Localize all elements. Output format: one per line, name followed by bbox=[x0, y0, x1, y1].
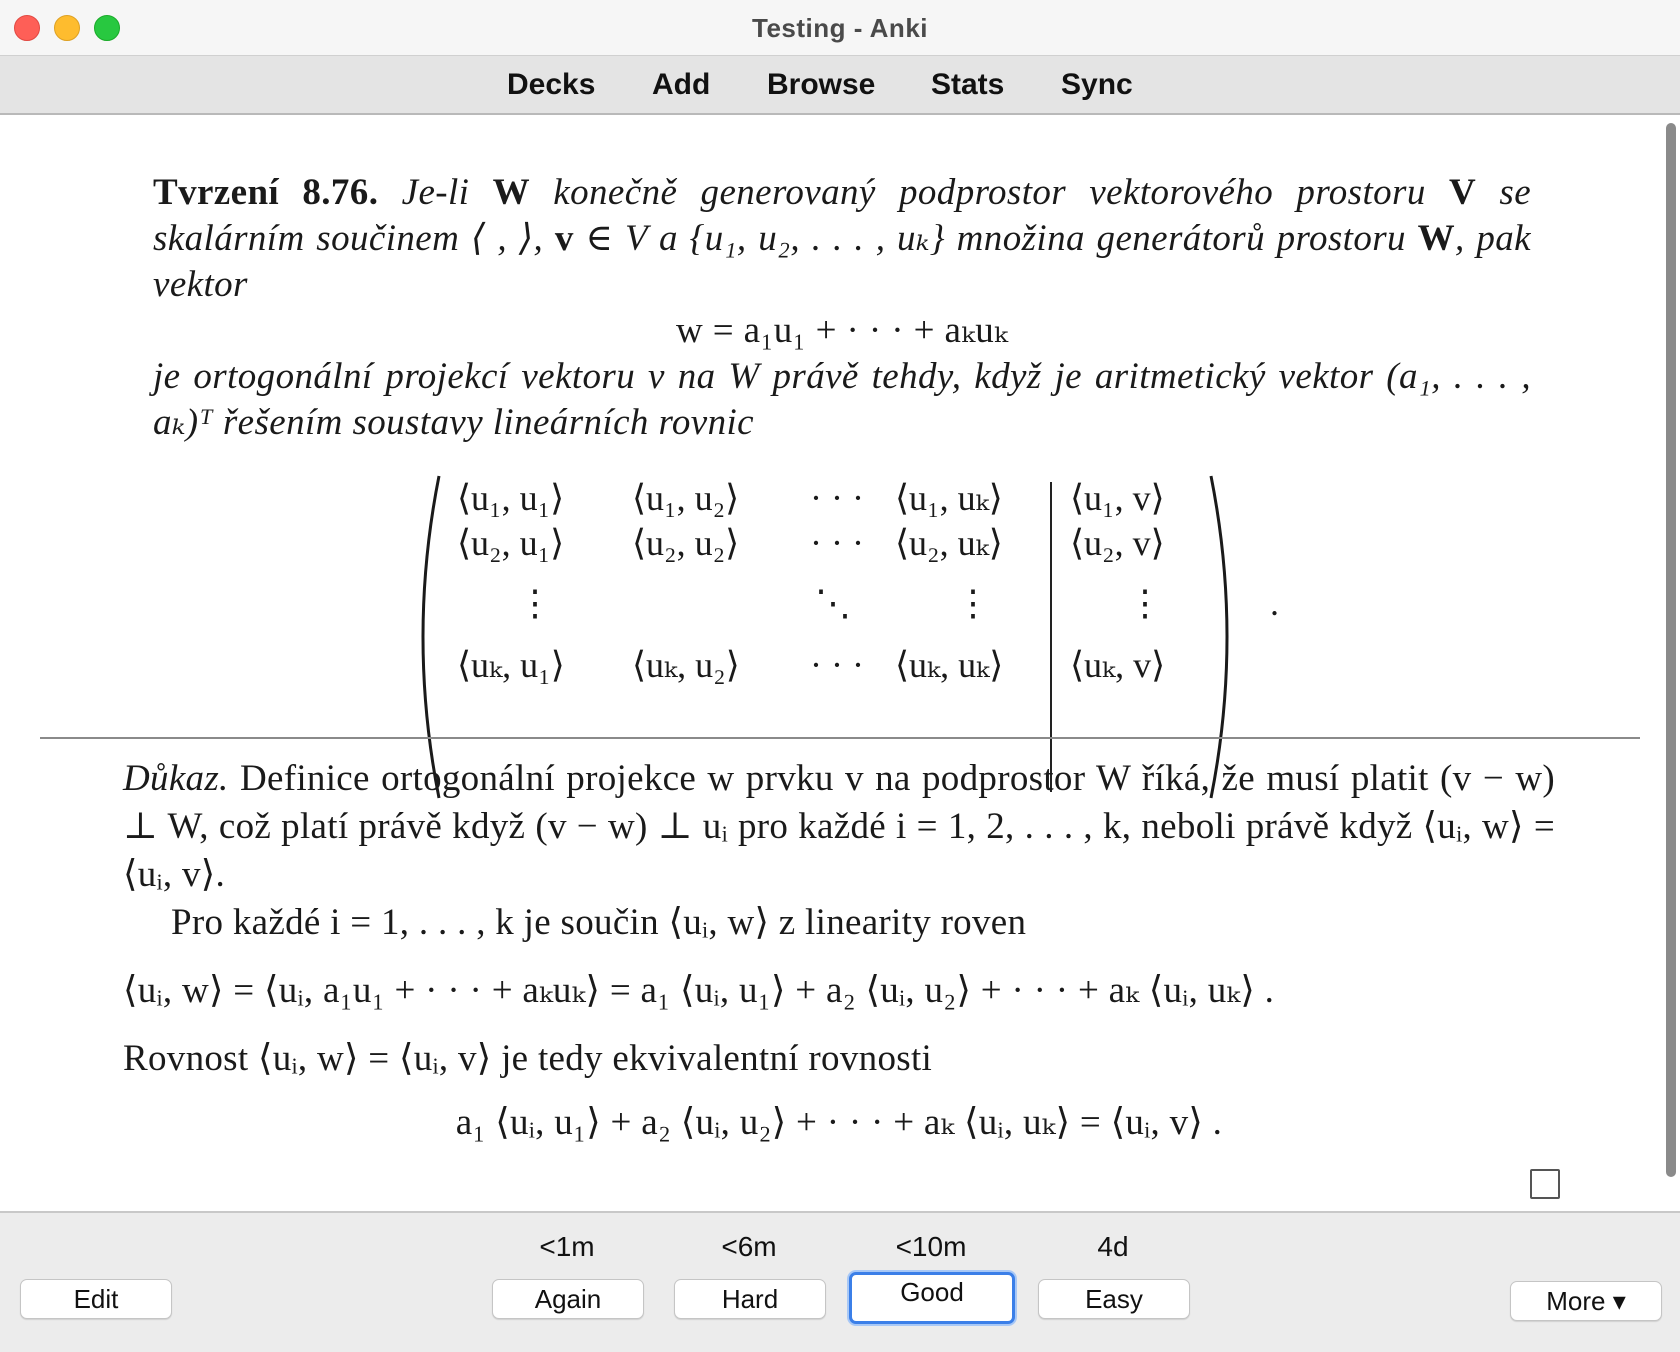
nav-browse[interactable]: Browse bbox=[767, 68, 875, 102]
matrix-cell: ⟨u₁, v⟩ bbox=[1070, 478, 1165, 518]
matrix-cell: ⟨uₖ, uₖ⟩ bbox=[895, 645, 1004, 685]
nav-stats[interactable]: Stats bbox=[931, 68, 1004, 102]
card-back-proof: Důkaz. Definice ortogonální projekce w p… bbox=[123, 755, 1555, 1147]
good-interval: <10m bbox=[895, 1231, 967, 1262]
theorem-symbol: V bbox=[1449, 172, 1477, 213]
theorem-symbol: W bbox=[1417, 218, 1456, 259]
easy-button[interactable]: Easy bbox=[1038, 1279, 1190, 1319]
matrix-cell: ⋮ bbox=[1127, 583, 1163, 623]
nav-sync[interactable]: Sync bbox=[1061, 68, 1133, 102]
matrix-cell: ⋮ bbox=[955, 583, 991, 623]
theorem-text: konečně generovaný podprostor vektorovéh… bbox=[553, 172, 1426, 213]
hard-interval: <6m bbox=[721, 1231, 777, 1262]
theorem-text: Je-li bbox=[401, 172, 470, 213]
proof-equation: a₁ ⟨uᵢ, u₁⟩ + a₂ ⟨uᵢ, u₂⟩ + · · · + aₖ ⟨… bbox=[455, 1102, 1223, 1143]
easy-interval: 4d bbox=[1097, 1231, 1129, 1262]
proof-paragraph: Pro každé i = 1, . . . , k je součin ⟨uᵢ… bbox=[171, 902, 1027, 943]
matrix-separator bbox=[1050, 482, 1052, 792]
again-interval: <1m bbox=[539, 1231, 595, 1262]
matrix-cell: · · · bbox=[810, 523, 864, 563]
window-title: Testing - Anki bbox=[752, 13, 928, 43]
matrix-cell: ⟨u₂, uₖ⟩ bbox=[895, 523, 1003, 563]
proof-label: Důkaz. bbox=[123, 758, 229, 799]
matrix-cell: ⟨u₂, u₁⟩ bbox=[457, 523, 565, 563]
matrix-cell: · · · bbox=[810, 478, 864, 518]
matrix-cell: ⋱ bbox=[815, 583, 851, 623]
matrix-cell: ⟨uₖ, v⟩ bbox=[1070, 645, 1166, 685]
again-button[interactable]: Again bbox=[492, 1279, 644, 1319]
left-paren-icon bbox=[421, 475, 441, 799]
more-button[interactable]: More ▾ bbox=[1510, 1281, 1662, 1321]
edit-button[interactable]: Edit bbox=[20, 1279, 172, 1319]
hard-button[interactable]: Hard bbox=[674, 1279, 826, 1319]
matrix-cell: · · · bbox=[810, 645, 864, 685]
theorem-text: je ortogonální projekcí vektoru v na W p… bbox=[153, 356, 1531, 443]
vertical-scrollbar[interactable] bbox=[1666, 123, 1676, 1177]
answer-bar: Edit <1m Again <6m Hard <10m Good 4d Eas… bbox=[0, 1211, 1680, 1352]
matrix-cell: ⋮ bbox=[517, 583, 553, 623]
proof-paragraph: Rovnost ⟨uᵢ, w⟩ = ⟨uᵢ, v⟩ je tedy ekviva… bbox=[123, 1038, 933, 1079]
right-paren-icon bbox=[1209, 475, 1229, 799]
matrix-cell: ⟨u₂, u₂⟩ bbox=[632, 523, 740, 563]
answer-divider bbox=[40, 737, 1640, 739]
nav-decks[interactable]: Decks bbox=[507, 68, 595, 102]
theorem-text: ∈ V a {u₁, u₂, . . . , uₖ} množina gener… bbox=[585, 218, 1406, 259]
matrix-cell: ⟨u₁, u₁⟩ bbox=[457, 478, 565, 518]
good-button[interactable]: Good bbox=[849, 1272, 1015, 1324]
matrix-cell: ⟨u₁, u₂⟩ bbox=[632, 478, 740, 518]
theorem-heading: Tvrzení 8.76. bbox=[153, 172, 379, 213]
proof-paragraph: Definice ortogonální projekce w prvku v … bbox=[123, 758, 1555, 895]
nav-add[interactable]: Add bbox=[652, 68, 710, 102]
card-checkbox[interactable] bbox=[1530, 1169, 1560, 1199]
matrix-period: . bbox=[1270, 583, 1279, 623]
main-toolbar: Decks Add Browse Stats Sync bbox=[0, 56, 1680, 115]
matrix-cell: ⟨uₖ, u₂⟩ bbox=[632, 645, 740, 685]
proof-equation: ⟨uᵢ, w⟩ = ⟨uᵢ, a₁u₁ + · · · + aₖuₖ⟩ = a₁… bbox=[123, 970, 1275, 1011]
matrix-cell: ⟨u₂, v⟩ bbox=[1070, 523, 1165, 563]
title-bar: Testing - Anki bbox=[0, 0, 1680, 56]
theorem-symbol: W bbox=[492, 172, 531, 213]
matrix-cell: ⟨uₖ, u₁⟩ bbox=[457, 645, 565, 685]
matrix-cell: ⟨u₁, uₖ⟩ bbox=[895, 478, 1003, 518]
card-view: Tvrzení 8.76. Je-li W konečně generovaný… bbox=[0, 115, 1680, 1211]
theorem-symbol: v bbox=[554, 218, 574, 259]
theorem-equation: w = a₁u₁ + · · · + aₖuₖ bbox=[675, 310, 1009, 351]
card-front-theorem: Tvrzení 8.76. Je-li W konečně generovaný… bbox=[153, 170, 1531, 446]
augmented-matrix: ⟨u₁, u₁⟩ ⟨u₁, u₂⟩ · · · ⟨u₁, uₖ⟩ ⟨u₁, v⟩… bbox=[405, 472, 1279, 802]
